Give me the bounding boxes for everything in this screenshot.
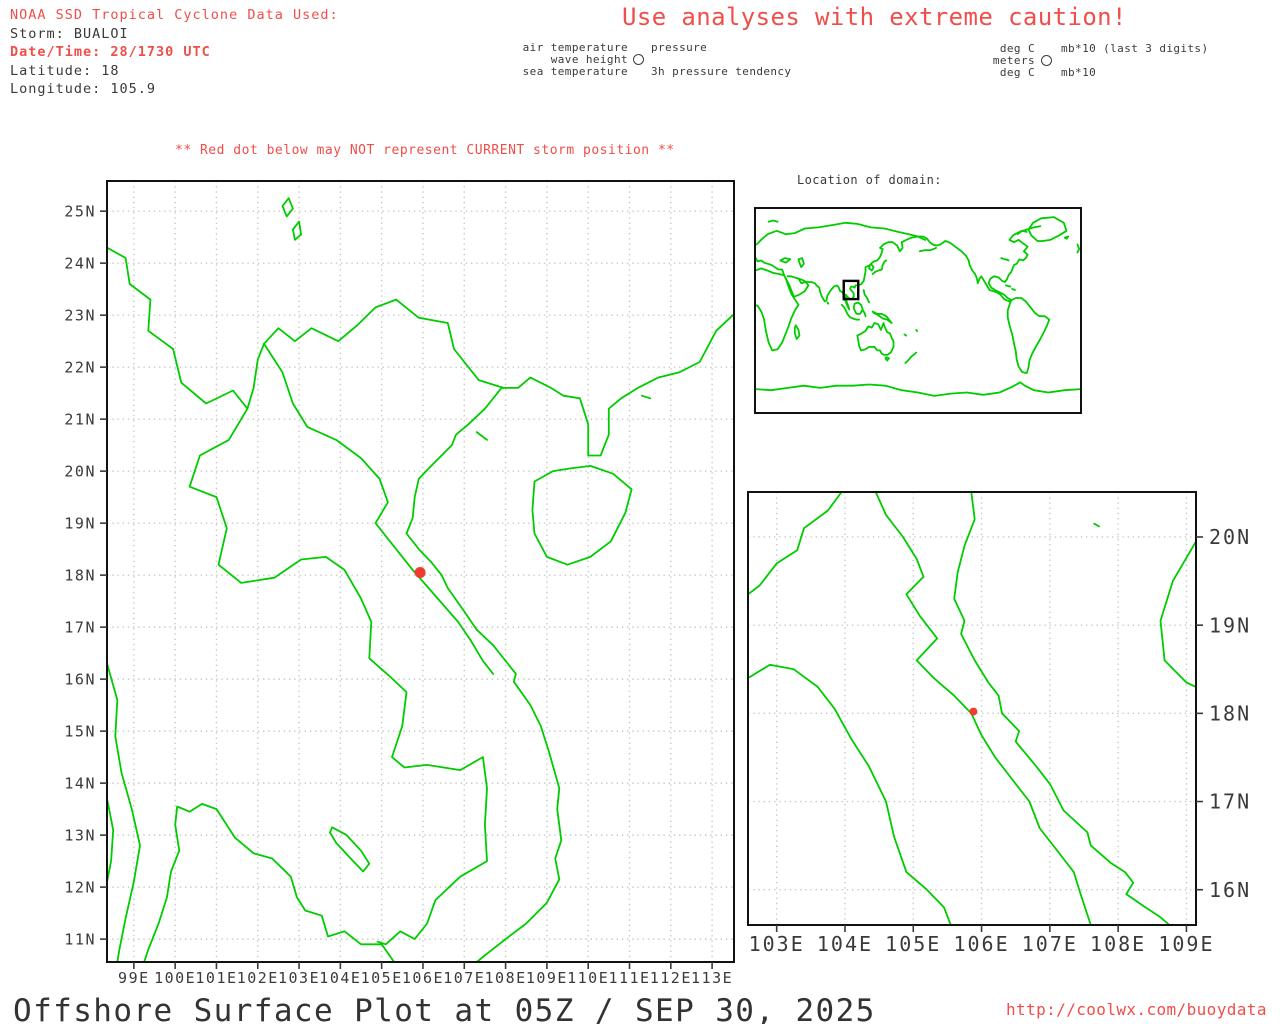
zoomed-map: 20N 19N 18N 17N 16N 103E 104E 105E 106E 107E 108E 1…	[747, 491, 1251, 956]
svg-text:11N: 11N	[64, 931, 96, 949]
tc-data-source-line: NOAA SSD Tropical Cyclone Data Used:	[10, 7, 339, 23]
svg-text:106E: 106E	[402, 969, 444, 987]
svg-text:107E: 107E	[1022, 932, 1078, 956]
svg-text:20N: 20N	[64, 463, 96, 481]
svg-text:106E: 106E	[953, 932, 1009, 956]
svg-text:25N: 25N	[64, 203, 96, 221]
svg-text:24N: 24N	[64, 255, 96, 273]
station-model-circle-icon	[633, 54, 644, 65]
units-mb10-bottom-label: mb*10	[1061, 66, 1097, 79]
storm-datetime-line: Date/Time: 28/1730 UTC	[10, 44, 211, 60]
storm-dot	[414, 567, 426, 579]
storm-longitude-line: Longitude: 105.9	[10, 81, 157, 97]
legend-pressure-label: pressure	[651, 41, 708, 54]
svg-text:103E: 103E	[278, 969, 320, 987]
svg-text:107E: 107E	[443, 969, 485, 987]
minimap-title: Location of domain:	[797, 173, 942, 187]
storm-position-warning: ** Red dot below may NOT represent CURRE…	[175, 143, 675, 158]
svg-text:112E: 112E	[650, 969, 692, 987]
svg-text:101E: 101E	[195, 969, 237, 987]
svg-text:113E: 113E	[691, 969, 733, 987]
svg-text:108E: 108E	[1090, 932, 1146, 956]
svg-text:15N: 15N	[64, 723, 96, 741]
svg-text:109E: 109E	[526, 969, 568, 987]
storm-latitude-line: Latitude: 18	[10, 63, 120, 79]
svg-text:17N: 17N	[64, 619, 96, 637]
caution-banner: Use analyses with extreme caution!	[622, 3, 1127, 31]
svg-text:22N: 22N	[64, 359, 96, 377]
plot-title: Offshore Surface Plot at 05Z / SEP 30, 2…	[13, 993, 876, 1024]
svg-text:23N: 23N	[64, 307, 96, 325]
svg-text:108E: 108E	[485, 969, 527, 987]
svg-text:109E: 109E	[1158, 932, 1214, 956]
storm-name-line: Storm: BUALOI	[10, 26, 129, 42]
svg-text:19N: 19N	[64, 515, 96, 533]
svg-text:18N: 18N	[1209, 702, 1251, 726]
svg-text:13N: 13N	[64, 827, 96, 845]
svg-text:100E: 100E	[154, 969, 196, 987]
svg-text:19N: 19N	[1209, 613, 1251, 637]
svg-text:16N: 16N	[1209, 878, 1251, 902]
svg-text:104E: 104E	[319, 969, 361, 987]
svg-text:20N: 20N	[1209, 525, 1251, 549]
world-minimap	[754, 207, 1082, 414]
buoy-plot-page: NOAA SSD Tropical Cyclone Data Used: Sto…	[0, 0, 1280, 1024]
svg-text:105E: 105E	[885, 932, 941, 956]
units-mb10-top-label: mb*10 (last 3 digits)	[1061, 42, 1209, 55]
svg-text:102E: 102E	[237, 969, 279, 987]
main-map: 25N 24N 23N 22N 21N 20N 19N 18N 17N 16N 15N 14N 13N 1…	[64, 180, 735, 987]
svg-text:21N: 21N	[64, 411, 96, 429]
svg-text:12N: 12N	[64, 879, 96, 897]
storm-dot	[969, 707, 978, 716]
site-url[interactable]: http://coolwx.com/buoydata	[1006, 1000, 1267, 1020]
svg-text:105E: 105E	[361, 969, 403, 987]
svg-text:16N: 16N	[64, 671, 96, 689]
svg-text:17N: 17N	[1209, 790, 1251, 814]
legend-sea-temp-label: sea temperature	[522, 65, 628, 78]
svg-text:110E: 110E	[567, 969, 609, 987]
svg-text:111E: 111E	[608, 969, 650, 987]
svg-text:18N: 18N	[64, 567, 96, 585]
units-circle-icon	[1041, 55, 1052, 66]
svg-text:99E: 99E	[118, 969, 150, 987]
svg-text:14N: 14N	[64, 775, 96, 793]
svg-text:104E: 104E	[817, 932, 873, 956]
legend-pressure-tendency-label: 3h pressure tendency	[651, 65, 792, 78]
svg-text:103E: 103E	[749, 932, 805, 956]
units-deg-c-bottom-label: deg C	[999, 66, 1035, 79]
